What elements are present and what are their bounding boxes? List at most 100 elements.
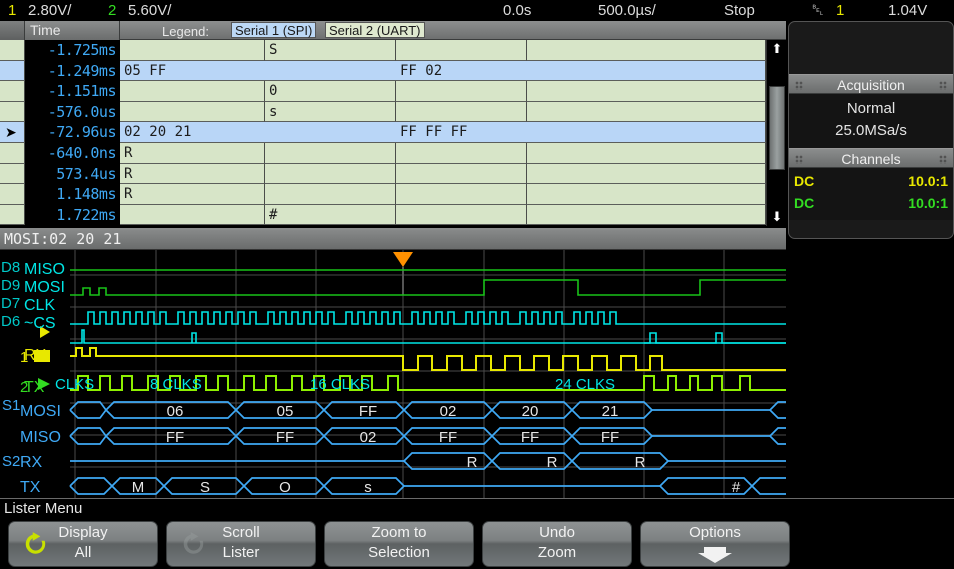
softkey-label-line2: All <box>74 544 92 561</box>
lister-row-cells: R <box>120 163 766 185</box>
channels-title: Channels <box>841 151 901 167</box>
lister-row-marker <box>0 184 25 205</box>
bus-value: M <box>132 479 145 496</box>
lister-scrollbar[interactable]: ⬆ ⬇ <box>766 40 786 226</box>
channel-2-scale[interactable]: 5.60V/ <box>128 0 171 21</box>
lister-row-time: -72.96us <box>25 122 120 143</box>
bus-value: 06 <box>167 403 184 420</box>
channel-probe: 10.0:1 <box>908 173 948 189</box>
waveform-display[interactable]: CLKS 8 CLKS 16 CLKS 24 CLKS 06 05 FF 02 … <box>0 250 786 498</box>
digital-channel-indicators[interactable]: D8 D9 D7 D6 <box>1 259 20 330</box>
lister-cell-spi: 02 20 21 <box>120 122 396 143</box>
softkey-button[interactable]: Options <box>640 521 790 567</box>
lister-row[interactable]: -1.249ms 05 FF FF 02 <box>0 60 786 82</box>
softkey-button[interactable]: Zoom to Selection <box>324 521 474 567</box>
lister-row-marker <box>0 143 25 164</box>
lister-row-time: 1.148ms <box>25 184 120 205</box>
grip-left-icon <box>795 155 803 164</box>
lister-cell <box>527 143 766 164</box>
serial-label-s1: S1 <box>2 397 20 414</box>
lister-row[interactable]: -1.151ms 0 <box>0 81 786 102</box>
softkey-label-line1: Zoom to <box>371 524 427 541</box>
bus-value: 21 <box>602 403 619 420</box>
bus-value: 20 <box>522 403 539 420</box>
lister-table: Time Legend: Serial 1 (SPI) Serial 2 (UA… <box>0 21 786 226</box>
lister-row-cells: 02 20 21 FF FF FF <box>120 122 766 143</box>
lister-cell <box>120 40 265 61</box>
channel-1-scale[interactable]: 2.80V/ <box>28 0 71 21</box>
channels-header[interactable]: Channels <box>789 148 953 168</box>
bus-value: O <box>279 479 291 496</box>
lister-cell <box>120 101 265 123</box>
acquisition-header[interactable]: Acquisition <box>789 74 953 94</box>
softkey-label-line2: Selection <box>368 544 430 561</box>
channel-coupling: DC <box>794 195 815 211</box>
lister-cell <box>527 184 766 205</box>
lister-header-time[interactable]: Time <box>25 21 120 40</box>
lister-cell <box>265 163 396 185</box>
channels-body: DC 10.0:1 DC 10.0:1 <box>789 168 953 220</box>
lister-cell <box>396 40 527 61</box>
lister-cell <box>396 184 527 205</box>
bus-label-rx: RX <box>20 454 43 471</box>
signal-cs <box>70 329 786 344</box>
channel-row[interactable]: DC 10.0:1 <box>789 192 953 214</box>
lister-row[interactable]: ➤ -72.96us 02 20 21 FF FF FF <box>0 122 786 143</box>
right-info-panel: Acquisition Normal 25.0MSa/s Channels DC… <box>788 21 954 239</box>
legend-serial2-chip[interactable]: Serial 2 (UART) <box>325 22 425 38</box>
grip-right-icon <box>939 81 947 90</box>
signal-label-rx: RX <box>24 347 47 364</box>
trigger-source[interactable]: 1 <box>836 0 844 21</box>
delay-value[interactable]: 0.0s <box>503 0 531 21</box>
lister-cell <box>396 163 527 185</box>
lister-row[interactable]: -1.725ms S <box>0 40 786 61</box>
channel-2-indicator[interactable]: 2 <box>108 0 116 21</box>
scrollbar-thumb[interactable] <box>769 86 785 170</box>
lister-row-cells: R <box>120 184 766 205</box>
signal-label-miso: MISO <box>24 261 65 278</box>
grip-right-icon <box>939 155 947 164</box>
lister-cell-spi: 05 FF <box>120 60 396 82</box>
bus-value: 05 <box>277 403 294 420</box>
lister-row-cells: 05 FF FF 02 <box>120 60 766 82</box>
softkey-button[interactable]: Scroll Lister <box>166 521 316 567</box>
channel-1-indicator[interactable]: 1 <box>8 0 16 21</box>
run-state[interactable]: Stop <box>724 0 755 21</box>
digital-label-d7: D7 <box>1 295 20 312</box>
bus-tx-row <box>69 477 786 495</box>
trigger-level[interactable]: 1.04V <box>888 0 927 21</box>
clk-annotation-1: 8 CLKS <box>150 376 202 393</box>
timebase-value[interactable]: 500.0µs/ <box>598 0 656 21</box>
lister-cell <box>527 101 766 123</box>
lister-row[interactable]: 573.4us R <box>0 163 786 185</box>
signal-label-clk: CLK <box>24 297 55 314</box>
softkey-button[interactable]: Display All <box>8 521 158 567</box>
status-bar: 1 2.80V/ 2 5.60V/ 0.0s 500.0µs/ Stop ␇ 1… <box>0 0 954 21</box>
softkey-row: Display All Scroll Lister Zoom to Selection Un… <box>8 521 954 567</box>
lister-row[interactable]: 1.148ms R <box>0 184 786 205</box>
lister-row[interactable]: -576.0us s <box>0 101 786 123</box>
lister-row[interactable]: -640.0ns R <box>0 143 786 164</box>
scroll-down-arrow-icon[interactable]: ⬇ <box>768 208 786 226</box>
serial-label-s2: S2 <box>2 453 20 470</box>
decode-annotation-bar: MOSI:02 20 21 <box>0 228 786 250</box>
legend-serial1-chip[interactable]: Serial 1 (SPI) <box>231 22 317 38</box>
lister-rows[interactable]: -1.725ms S -1.249ms 05 FF FF 02 -1.151ms 0 -576… <box>0 40 786 226</box>
bus-value: FF <box>521 429 539 446</box>
clk-annotation-2: 16 CLKS <box>310 376 370 393</box>
lister-cell <box>527 163 766 185</box>
lister-cell <box>265 184 396 205</box>
lister-row[interactable]: 1.722ms # <box>0 204 786 226</box>
channel-row[interactable]: DC 10.0:1 <box>789 170 953 192</box>
softkey-button[interactable]: Undo Zoom <box>482 521 632 567</box>
lister-header-row: Time Legend: Serial 1 (SPI) Serial 2 (UA… <box>0 21 786 40</box>
sample-rate: 25.0MSa/s <box>835 122 907 139</box>
scroll-up-arrow-icon[interactable]: ⬆ <box>768 40 786 58</box>
lister-header-legend: Legend: Serial 1 (SPI) Serial 2 (UART) <box>120 21 786 40</box>
trigger-position-marker-icon <box>393 252 413 295</box>
lister-row-cells: 0 <box>120 81 766 102</box>
lister-row-time: -640.0ns <box>25 143 120 164</box>
lister-row-time: -1.249ms <box>25 60 120 82</box>
lister-cell: R <box>120 184 265 205</box>
lister-cell <box>527 81 766 102</box>
